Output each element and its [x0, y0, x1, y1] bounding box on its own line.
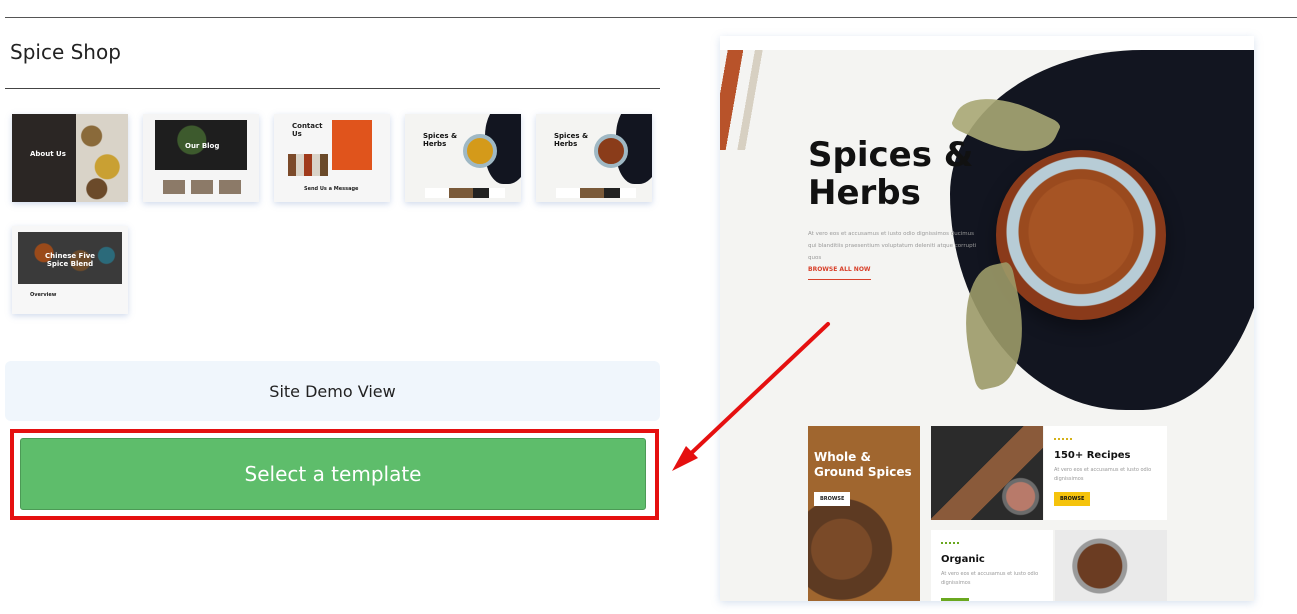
preview-card-whole-spices: Whole & Ground Spices BROWSE: [808, 426, 920, 601]
thumbnail-sublabel: Send Us a Message: [304, 186, 359, 192]
title-divider: [5, 88, 660, 89]
thumbnail-our-blog[interactable]: Our Blog: [143, 114, 259, 202]
card-title-line: Whole &: [814, 450, 871, 464]
card-title: Whole & Ground Spices: [814, 450, 912, 480]
preview-title-line: Herbs: [808, 173, 921, 213]
thumbnail-label: Spices & Herbs: [423, 132, 458, 148]
template-preview: Spices & Herbs At vero eos et accusamus …: [720, 36, 1254, 601]
thumbnail-label: About Us: [30, 150, 66, 158]
preview-hero-text: At vero eos et accusamus et iusto odio d…: [808, 231, 977, 261]
card-browse-button: BROWSE: [1054, 492, 1091, 506]
thumbnail-label: Chinese Five Spice Blend: [44, 252, 96, 268]
thumbnail-strip: [556, 188, 636, 198]
zigzag-icon: [1054, 438, 1072, 442]
top-divider: [5, 17, 1297, 18]
preview-browse-link: BROWSE ALL NOW: [808, 266, 871, 280]
preview-topbar: [720, 36, 1254, 50]
preview-spice-bowl: [996, 150, 1166, 320]
preview-title-line: Spices &: [808, 135, 974, 175]
select-template-button[interactable]: Select a template: [20, 438, 646, 510]
preview-bottles-image: [720, 50, 780, 150]
thumbnail-label: Our Blog: [185, 142, 220, 150]
preview-card-spice-jar-image: [1055, 530, 1167, 601]
card-text: At vero eos et accusamus et iusto odio d…: [941, 571, 1039, 586]
thumbnail-post: [191, 180, 213, 194]
card-title: 150+ Recipes: [1054, 450, 1131, 461]
thumbnail-about-us[interactable]: About Us: [12, 114, 128, 202]
thumbnail-spices-herbs-1[interactable]: Spices & Herbs: [405, 114, 521, 202]
thumbnail-post: [219, 180, 241, 194]
preview-card-rosemary-image: [931, 426, 1043, 520]
thumbnail-chinese-five-spice[interactable]: Chinese Five Spice Blend Overview: [12, 226, 128, 314]
thumbnail-contact-us[interactable]: Contact Us Send Us a Message: [274, 114, 390, 202]
thumbnail-bowl: [463, 134, 497, 168]
thumbnail-post: [163, 180, 185, 194]
preview-card-organic: Organic At vero eos et accusamus et iust…: [931, 530, 1053, 601]
thumbnail-strip: [425, 188, 505, 198]
thumbnail-photo: [76, 114, 128, 202]
card-text: At vero eos et accusamus et iusto odio d…: [1054, 467, 1152, 482]
thumbnail-photo: [288, 154, 328, 176]
preview-hero-title: Spices & Herbs: [808, 136, 973, 212]
zigzag-icon: [941, 542, 959, 546]
thumbnail-bowl: [594, 134, 628, 168]
card-browse-button: BROWSE: [814, 492, 851, 506]
thumbnail-sublabel: Overview: [30, 292, 57, 298]
card-title: Organic: [941, 554, 985, 565]
thumbnail-contact-panel: [332, 120, 372, 170]
thumbnail-label: Spices & Herbs: [554, 132, 589, 148]
card-button-bar: [941, 598, 969, 601]
preview-card-recipes: 150+ Recipes At vero eos et accusamus et…: [1044, 426, 1167, 520]
card-title-line: Ground Spices: [814, 465, 912, 479]
page-title: Spice Shop: [10, 40, 121, 64]
site-demo-view-button[interactable]: Site Demo View: [5, 361, 660, 421]
thumbnail-label: Contact Us: [292, 122, 323, 138]
thumbnail-spices-herbs-2[interactable]: Spices & Herbs: [536, 114, 652, 202]
